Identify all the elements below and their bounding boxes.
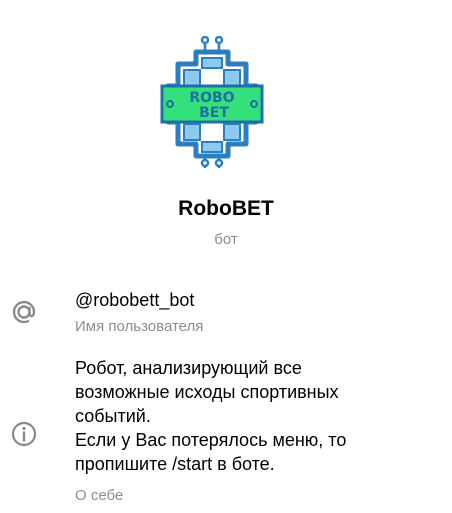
logo-text-bet: BET <box>199 105 229 121</box>
username-caption: Имя пользователя <box>75 318 204 335</box>
about-line: Если у Вас потерялось меню, то <box>75 430 347 450</box>
info-icon <box>9 419 39 449</box>
profile-subtitle: бот <box>214 231 238 248</box>
about-line: возможные исходы спортивных <box>75 382 339 402</box>
robobet-logo-icon: ROBO BET <box>160 35 264 168</box>
about-text: Робот, анализирующий все возможные исход… <box>75 356 415 476</box>
profile-name: RoboBET <box>178 197 274 220</box>
about-line: Робот, анализирующий все <box>75 358 302 378</box>
logo-text-robo: ROBO <box>189 90 234 106</box>
about-line: пропишите /start в боте. <box>75 454 275 474</box>
about-line: событий. <box>75 406 151 426</box>
at-sign-icon <box>9 297 39 327</box>
bot-avatar[interactable]: ROBO BET <box>156 35 268 168</box>
about-caption: О себе <box>75 487 124 504</box>
username-value[interactable]: @robobett_bot <box>75 288 194 312</box>
